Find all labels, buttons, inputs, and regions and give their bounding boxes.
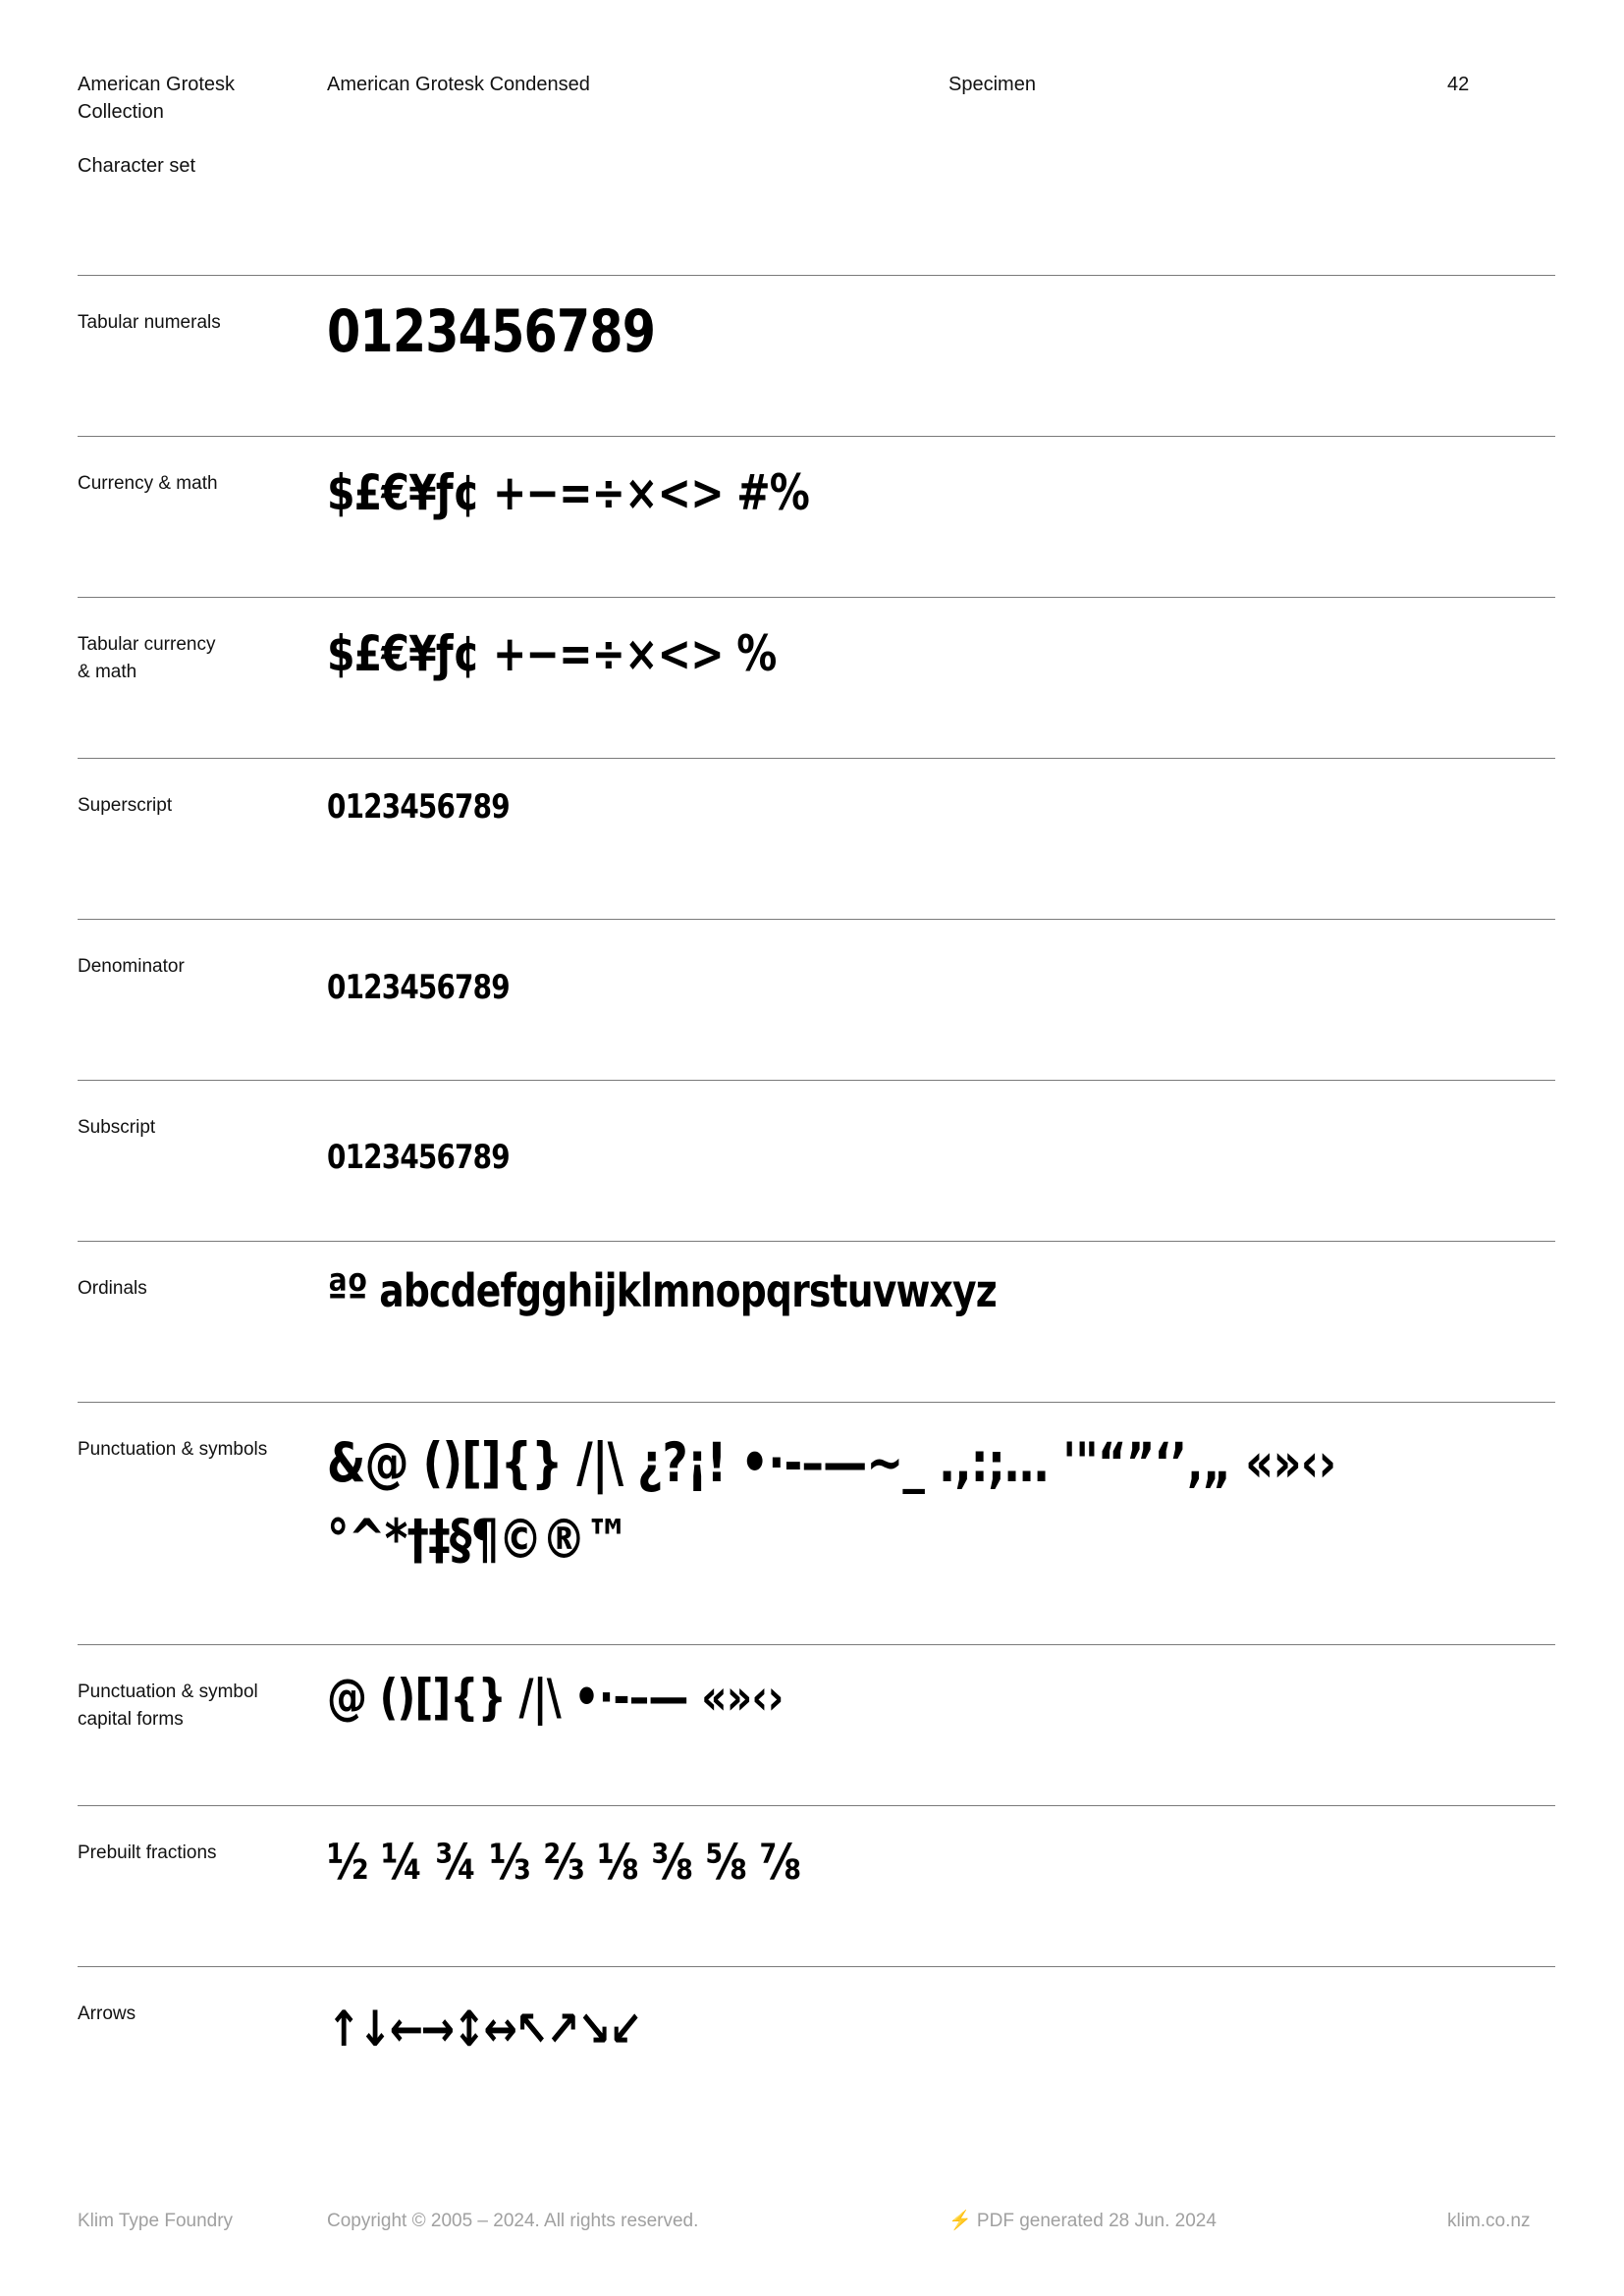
row-punctuation-symbols: Punctuation & symbols &@ ()[]{} /|\ ¿?¡!…: [78, 1402, 1555, 1644]
row-label: Tabular numerals: [78, 312, 221, 333]
glyph-sample: 0123456789: [327, 297, 656, 366]
glyph-sample: $£€¥ƒ¢ +−=÷×<> #%: [327, 464, 810, 521]
row-label: Punctuation & symbol capital forms: [78, 1682, 258, 1730]
glyph-sample: &@ ()[]{} /|\ ¿?¡! •·‐–—~_ .,:;… '"“”‘’‚…: [327, 1431, 1336, 1571]
row-denominator: Denominator 0123456789: [78, 919, 1555, 1080]
glyph-sample: 0123456789: [327, 1138, 511, 1177]
glyph-sample: ↑↓←→↕↔↖↗↘↙: [327, 2001, 642, 2057]
row-prebuilt-fractions: Prebuilt fractions ½ ¼ ¾ ⅓ ⅔ ⅛ ⅜ ⅝ ⅞: [78, 1805, 1555, 1966]
glyph-sample: ªº abcdefgghijklmnopqrstuvwxyz: [327, 1264, 998, 1317]
row-tabular-numerals: Tabular numerals 0123456789: [78, 275, 1555, 436]
row-label: Ordinals: [78, 1278, 147, 1299]
footer-generated: ⚡ PDF generated 28 Jun. 2024: [948, 2211, 1217, 2231]
glyph-sample: 0123456789: [327, 968, 511, 1007]
glyph-sample: ½ ¼ ¾ ⅓ ⅔ ⅛ ⅜ ⅝ ⅞: [327, 1834, 801, 1891]
row-label: Punctuation & symbols: [78, 1439, 268, 1460]
section-name: Specimen: [948, 74, 1036, 95]
footer-foundry: Klim Type Foundry: [78, 2211, 234, 2231]
family-name: American Grotesk Condensed: [327, 74, 590, 95]
row-ordinals: Ordinals ªº abcdefgghijklmnopqrstuvwxyz: [78, 1241, 1555, 1402]
row-subscript: Subscript 0123456789: [78, 1080, 1555, 1241]
row-label: Superscript: [78, 795, 173, 816]
row-label: Currency & math: [78, 473, 218, 494]
footer-site-link[interactable]: klim.co.nz: [1447, 2209, 1530, 2234]
glyph-sample: 0123456789: [327, 787, 511, 827]
row-tabular-currency-math: Tabular currency & math $£€¥ƒ¢ +−=÷×<> %: [78, 597, 1555, 758]
row-currency-math: Currency & math $£€¥ƒ¢ +−=÷×<> #%: [78, 436, 1555, 597]
page-subtitle: Character set: [78, 155, 196, 177]
page-number: 42: [1447, 74, 1470, 95]
row-label: Denominator: [78, 956, 185, 977]
row-superscript: Superscript 0123456789: [78, 758, 1555, 919]
row-punctuation-capital-forms: Punctuation & symbol capital forms @ ()[…: [78, 1644, 1555, 1805]
glyph-sample: $£€¥ƒ¢ +−=÷×<> %: [327, 625, 777, 682]
row-arrows: Arrows ↑↓←→↕↔↖↗↘↙: [78, 1966, 1555, 2127]
row-label: Subscript: [78, 1117, 156, 1138]
row-label: Arrows: [78, 2003, 136, 2024]
row-label: Tabular currency & math: [78, 634, 216, 682]
row-label: Prebuilt fractions: [78, 1842, 217, 1863]
footer-copyright: Copyright © 2005 – 2024. All rights rese…: [327, 2211, 699, 2231]
collection-name: American Grotesk Collection: [78, 74, 236, 123]
glyph-sample: @ ()[]{} /|\ •·‐–— «»‹›: [327, 1669, 784, 1726]
